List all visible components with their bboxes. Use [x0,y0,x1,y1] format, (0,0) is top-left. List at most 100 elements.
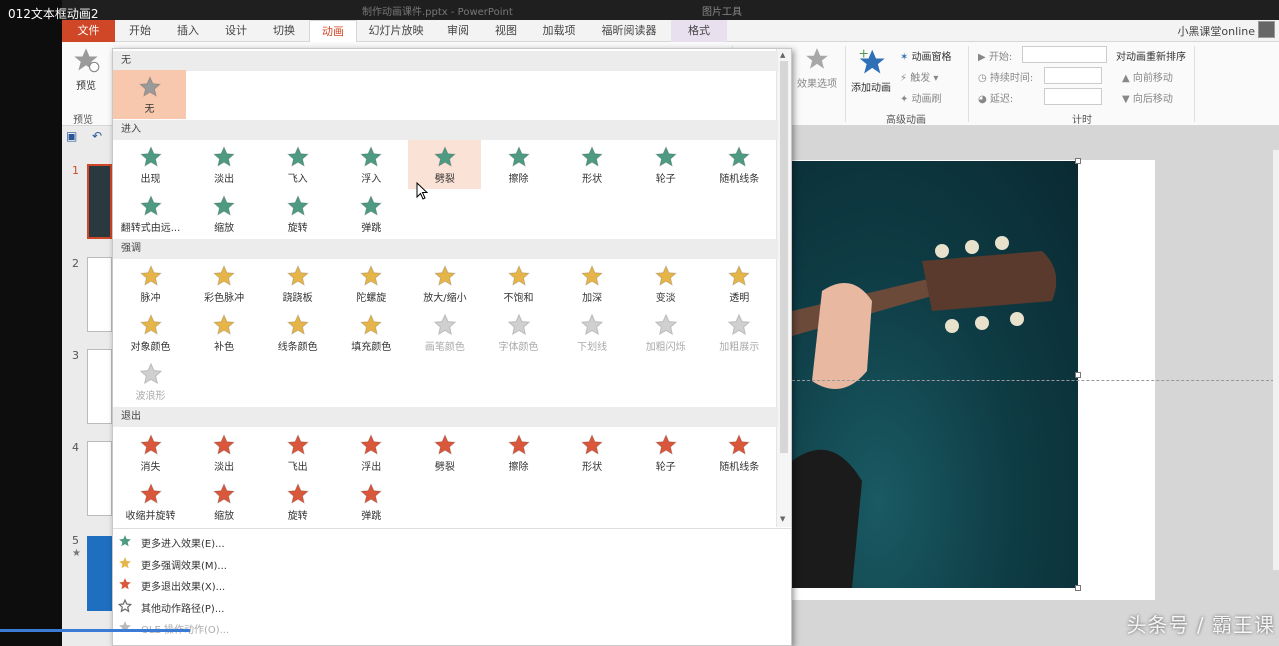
effect-none[interactable]: 无 [113,70,186,119]
effect-label: 补色 [214,342,235,353]
more-effects-item[interactable]: OLE 操作动作(O)... [113,617,791,638]
entrance-effect-item[interactable]: 弹跳 [335,189,408,238]
exit-effect-item[interactable]: 弹跳 [335,477,408,526]
emphasis-effect-item[interactable]: 跷跷板 [261,259,334,308]
slide-thumbnail-5[interactable] [87,536,112,611]
scroll-up-icon[interactable]: ▲ [780,51,785,59]
entrance-effect-item[interactable]: 浮入 [335,140,408,189]
emphasis-effect-item[interactable]: 放大/缩小 [408,259,481,308]
move-later-button[interactable]: ▼ 向后移动 [1122,90,1173,105]
entrance-effect-item[interactable]: 擦除 [482,140,555,189]
more-effects-item[interactable]: 其他动作路径(P)... [113,596,791,617]
vertical-scrollbar[interactable] [1273,150,1279,570]
emphasis-effect-item[interactable]: 下划线 [556,308,629,357]
emphasis-effect-item[interactable]: 脉冲 [114,259,187,308]
emphasis-effect-item[interactable]: 加深 [556,259,629,308]
avatar[interactable] [1258,21,1275,38]
animation-pane-button[interactable]: ✶ 动画窗格 [900,48,952,63]
exit-effect-item[interactable]: 随机线条 [703,428,776,477]
resize-handle[interactable] [1075,585,1081,591]
guitar-photo[interactable] [792,161,1078,588]
tab-design[interactable]: 设计 [213,20,259,42]
effect-label: 飞入 [287,174,308,185]
tab-file[interactable]: 文件 [62,20,115,42]
effect-label: 淡出 [214,174,235,185]
slide-thumbnail-4[interactable] [87,441,112,516]
entrance-effect-item[interactable]: 飞入 [261,140,334,189]
exit-effect-item[interactable]: 劈裂 [408,428,481,477]
emphasis-effect-item[interactable]: 线条颜色 [261,308,334,357]
entrance-effect-item[interactable]: 随机线条 [703,140,776,189]
effect-label: 陀螺旋 [356,293,387,304]
scroll-thumb[interactable] [780,61,788,453]
effect-label: 彩色脉冲 [204,293,245,304]
tab-home[interactable]: 开始 [117,20,163,42]
save-icon[interactable]: ▣ [66,129,77,143]
exit-effect-item[interactable]: 擦除 [482,428,555,477]
slide-thumbnail-2[interactable] [87,257,112,332]
scroll-down-icon[interactable]: ▼ [780,515,785,523]
resize-handle[interactable] [1075,158,1081,164]
emphasis-effect-item[interactable]: 对象颜色 [114,308,187,357]
trigger-button[interactable]: ⚡ 触发 ▾ [900,69,938,84]
tab-review[interactable]: 审阅 [435,20,481,42]
resize-handle[interactable] [1075,372,1081,378]
tab-foxit[interactable]: 福昕阅读器 [589,20,669,42]
exit-effect-item[interactable]: 形状 [556,428,629,477]
duration-label: ◷ 持续时间: [978,69,1033,84]
exit-effect-item[interactable]: 旋转 [261,477,334,526]
animation-painter-button[interactable]: ✦ 动画刷 [900,90,942,105]
emphasis-effect-item[interactable]: 补色 [188,308,261,357]
emphasis-effect-item[interactable]: 不饱和 [482,259,555,308]
exit-effect-item[interactable]: 收缩并旋转 [114,477,187,526]
more-effects-item[interactable]: 更多进入效果(E)... [113,531,791,552]
entrance-effect-item[interactable]: 形状 [556,140,629,189]
tab-format[interactable]: 格式 [671,20,727,42]
tab-slideshow[interactable]: 幻灯片放映 [359,20,433,42]
emphasis-effect-item[interactable]: 波浪形 [114,357,187,406]
preview-button[interactable]: 预览 [70,46,102,98]
exit-effect-item[interactable]: 淡出 [188,428,261,477]
duration-spinner[interactable] [1044,67,1102,84]
delay-spinner[interactable] [1044,88,1102,105]
tab-insert[interactable]: 插入 [165,20,211,42]
tab-view[interactable]: 视图 [483,20,529,42]
slide-thumbnail-3[interactable] [87,349,112,424]
emphasis-effect-item[interactable]: 变淡 [629,259,702,308]
exit-effect-item[interactable]: 消失 [114,428,187,477]
section-header-emphasis: 强调 [113,239,778,259]
emphasis-effect-item[interactable]: 字体颜色 [482,308,555,357]
entrance-effect-item[interactable]: 轮子 [629,140,702,189]
emphasis-effect-item[interactable]: 画笔颜色 [408,308,481,357]
exit-effect-item[interactable]: 缩放 [188,477,261,526]
slide-thumbnail-1[interactable] [87,164,112,239]
emphasis-effect-item[interactable]: 加粗闪烁 [629,308,702,357]
effect-options-button[interactable]: 效果选项 [794,46,840,102]
emphasis-effect-item[interactable]: 陀螺旋 [335,259,408,308]
effect-label: 放大/缩小 [423,293,467,304]
emphasis-effect-item[interactable]: 彩色脉冲 [188,259,261,308]
emphasis-effect-item[interactable]: 加粗展示 [703,308,776,357]
emphasis-effect-item[interactable]: 填充颜色 [335,308,408,357]
entrance-effect-item[interactable]: 缩放 [188,189,261,238]
user-name[interactable]: 小黑课堂online [1177,23,1255,39]
tab-animations[interactable]: 动画 [309,20,357,42]
add-animation-button[interactable]: + 添加动画 [848,45,894,102]
entrance-effect-item[interactable]: 出现 [114,140,187,189]
entrance-effect-item[interactable]: 翻转式由远... [114,189,187,238]
exit-effect-item[interactable]: 浮出 [335,428,408,477]
tab-transitions[interactable]: 切换 [261,20,307,42]
exit-effect-item[interactable]: 轮子 [629,428,702,477]
undo-icon[interactable]: ↶ [92,129,102,143]
move-earlier-button[interactable]: ▲ 向前移动 [1122,69,1173,84]
entrance-effect-item[interactable]: 淡出 [188,140,261,189]
more-effects-item[interactable]: 更多退出效果(X)... [113,574,791,595]
video-progress-bar[interactable] [0,629,190,632]
start-combo[interactable] [1022,46,1107,63]
gallery-scrollbar[interactable]: ▲ ▼ [776,49,791,527]
emphasis-effect-item[interactable]: 透明 [703,259,776,308]
more-effects-item[interactable]: 更多强调效果(M)... [113,553,791,574]
entrance-effect-item[interactable]: 旋转 [261,189,334,238]
exit-effect-item[interactable]: 飞出 [261,428,334,477]
tab-addins[interactable]: 加载项 [531,20,587,42]
